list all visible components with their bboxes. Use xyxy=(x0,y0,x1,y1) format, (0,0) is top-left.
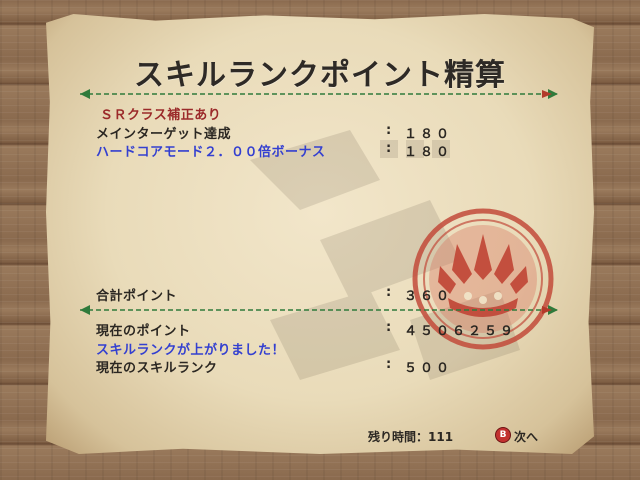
main-target-value: １８０ xyxy=(404,127,453,142)
main-target-label: メインターゲット達成 xyxy=(96,127,232,142)
hardcore-bonus-colon: : xyxy=(386,141,395,156)
b-button-icon[interactable]: B xyxy=(496,428,510,442)
hardcore-bonus-label: ハードコアモード２．００倍ボーナス xyxy=(96,145,326,160)
rank-up-message: スキルランクが上がりました！ xyxy=(96,343,286,358)
remaining-time: 残り時間：111 xyxy=(368,430,454,444)
current-points-value: ４５０６２５９ xyxy=(404,324,517,339)
total-points-label: 合計ポイント xyxy=(96,289,178,304)
next-button-label[interactable]: 次へ xyxy=(514,428,538,445)
divider-middle xyxy=(80,305,558,315)
main-target-colon: : xyxy=(386,123,395,138)
total-points-colon: : xyxy=(386,285,395,300)
current-rank-colon: : xyxy=(386,357,395,372)
current-points-label: 現在のポイント xyxy=(96,324,191,339)
current-points-colon: : xyxy=(386,320,395,335)
total-points-value: ３６０ xyxy=(404,289,453,304)
hardcore-bonus-value: １８０ xyxy=(404,145,453,160)
current-rank-label: 現在のスキルランク xyxy=(96,361,218,376)
sr-class-label: ＳＲクラス補正あり xyxy=(100,108,222,123)
current-rank-value: ５００ xyxy=(404,361,453,376)
divider-top xyxy=(80,89,558,99)
